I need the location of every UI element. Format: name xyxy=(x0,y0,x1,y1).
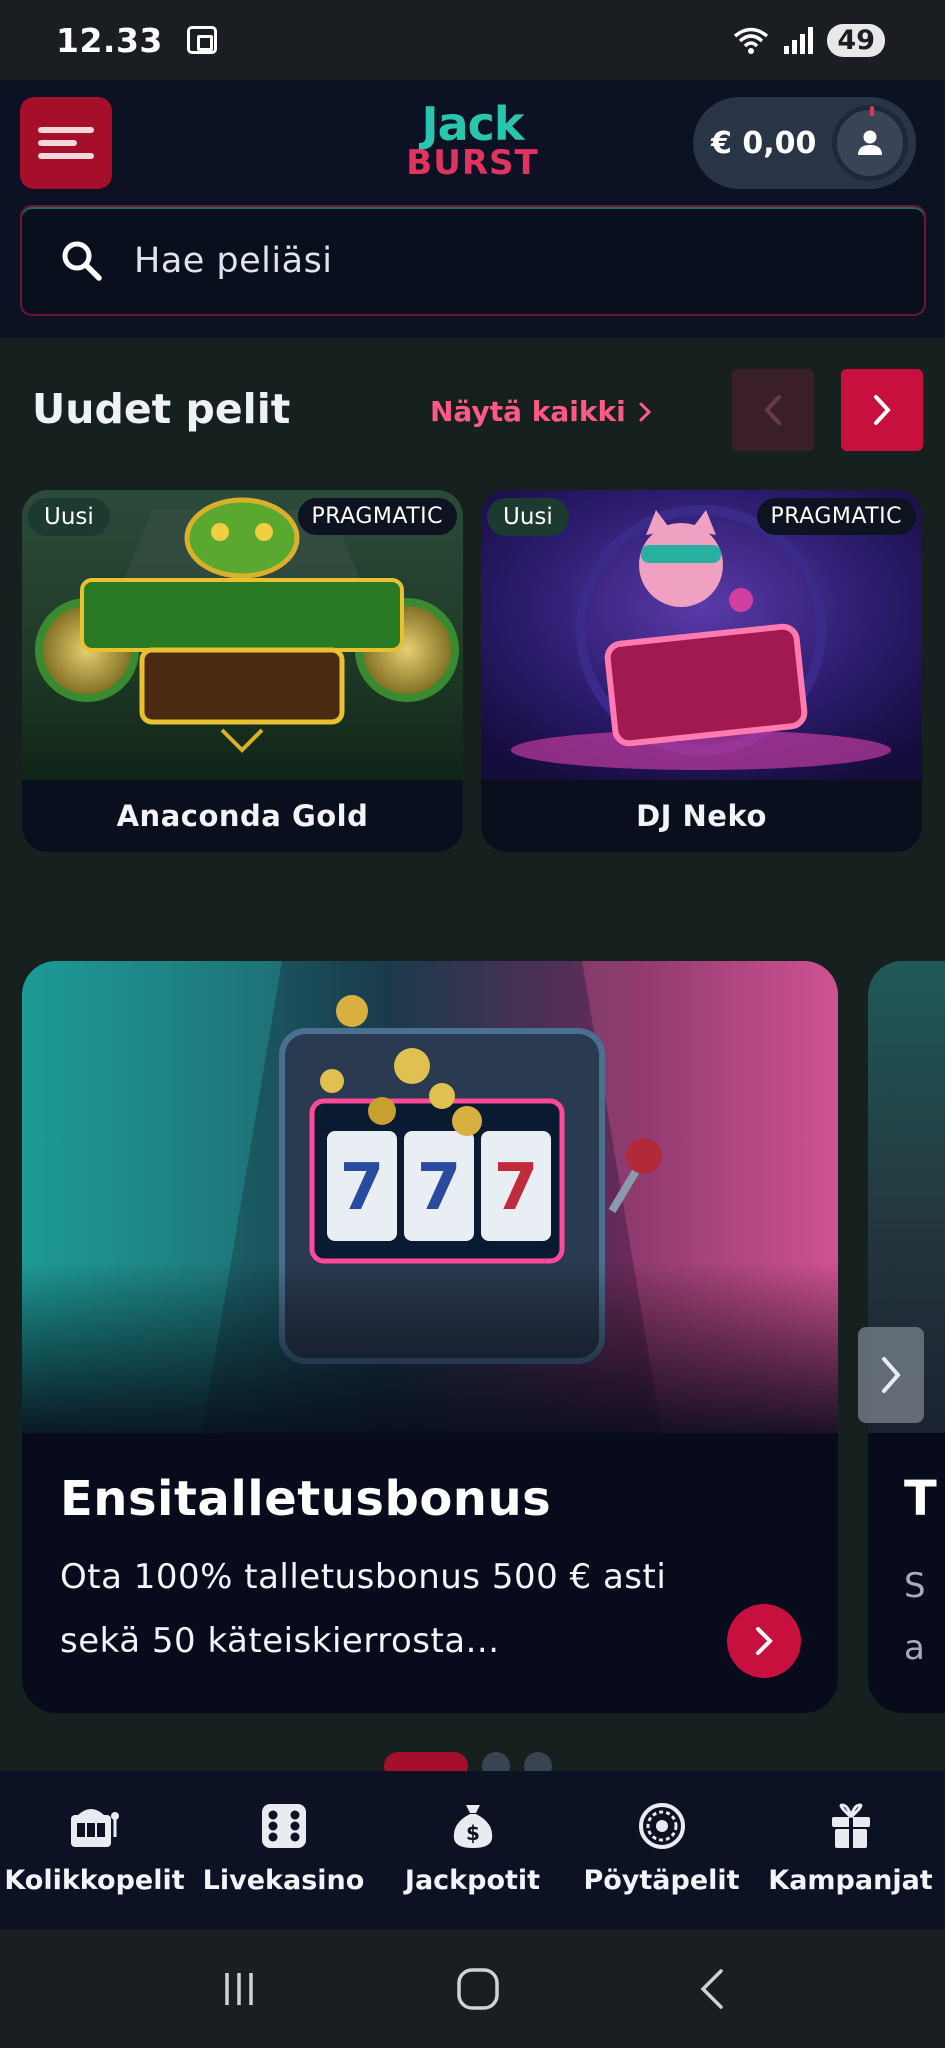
recent-apps-icon[interactable] xyxy=(219,1969,259,2009)
nav-label: Jackpotit xyxy=(404,1865,541,1896)
app-header: Jack BURST € 0,00 Hae peliäsi xyxy=(0,80,945,338)
money-bag-icon: $ xyxy=(453,1805,492,1848)
new-badge: Uusi xyxy=(28,498,110,536)
search-icon xyxy=(62,241,102,281)
screenshot-icon xyxy=(186,26,217,54)
signal-icon xyxy=(784,26,814,54)
home-icon[interactable] xyxy=(456,1967,500,2011)
chevron-right-icon xyxy=(639,402,651,421)
nav-campaigns[interactable]: Kampanjat xyxy=(761,1801,941,1896)
game-title: DJ Neko xyxy=(636,799,767,833)
promo-image: 7 7 7 xyxy=(22,961,838,1433)
dice-icon xyxy=(261,1804,306,1848)
nav-label: Kolikkopelit xyxy=(4,1865,185,1896)
new-games-header: Uudet pelit Näytä kaikki xyxy=(32,365,923,455)
balance-amount: € 0,00 xyxy=(711,125,817,161)
slot-machine-icon xyxy=(70,1809,119,1847)
game-card-dj-neko[interactable]: Uusi PRAGMATIC DJ Neko xyxy=(481,490,922,852)
nav-slots[interactable]: Kolikkopelit xyxy=(4,1801,185,1896)
menu-button[interactable] xyxy=(20,97,112,189)
logo-text-top: Jack xyxy=(421,97,524,151)
svg-text:7: 7 xyxy=(494,1151,539,1225)
chevron-right-icon xyxy=(756,1627,773,1655)
nav-label: Kampanjat xyxy=(768,1865,933,1896)
nav-live-casino[interactable]: Livekasino xyxy=(194,1801,374,1896)
show-all-link[interactable]: Näytä kaikki xyxy=(430,395,652,428)
roulette-icon xyxy=(638,1803,685,1849)
show-all-label: Näytä kaikki xyxy=(430,395,626,428)
promo-description: Ota 100% talletusbonus 500 € asti sekä 5… xyxy=(60,1557,667,1661)
promo-card-first-deposit[interactable]: 7 7 7 Ensitalletusbonus Ota 100% talletu… xyxy=(22,961,838,1713)
svg-text:7: 7 xyxy=(417,1151,462,1225)
user-icon[interactable] xyxy=(832,105,908,181)
provider-badge: PRAGMATIC xyxy=(756,498,916,535)
nav-table-games[interactable]: Pöytäpelit xyxy=(572,1801,752,1896)
nav-label: Livekasino xyxy=(202,1865,365,1896)
promo-open-button[interactable] xyxy=(727,1604,801,1678)
balance-pill[interactable]: € 0,00 xyxy=(693,97,916,189)
logo-text-bottom: BURST xyxy=(406,143,539,183)
carousel-next-button[interactable] xyxy=(841,369,923,451)
status-time: 12.33 xyxy=(56,20,163,60)
battery-indicator: 49 xyxy=(827,23,885,57)
status-bar: 12.33 49 xyxy=(0,0,945,80)
svg-text:$: $ xyxy=(466,1821,480,1845)
game-title: Anaconda Gold xyxy=(116,799,369,833)
promo-title: T xyxy=(904,1471,937,1527)
promo-description: S xyxy=(904,1566,926,1606)
search-input[interactable]: Hae peliäsi xyxy=(20,205,926,316)
new-badge: Uusi xyxy=(487,498,569,536)
gift-icon xyxy=(831,1803,870,1848)
wifi-icon xyxy=(734,27,769,54)
system-navigation-bar xyxy=(0,1929,945,2048)
search-placeholder: Hae peliäsi xyxy=(134,240,333,281)
provider-badge: PRAGMATIC xyxy=(297,498,457,535)
svg-text:7: 7 xyxy=(340,1151,385,1225)
game-card-anaconda-gold[interactable]: Uusi PRAGMATIC Anaconda Gold xyxy=(22,490,463,852)
chevron-left-icon xyxy=(764,395,781,425)
carousel-prev-button[interactable] xyxy=(732,369,814,451)
chevron-right-icon xyxy=(882,1357,901,1393)
nav-label: Pöytäpelit xyxy=(583,1865,740,1896)
promo-carousel-next-button[interactable] xyxy=(858,1327,924,1423)
promo-description: a xyxy=(904,1628,925,1668)
jackburst-logo[interactable]: Jack BURST xyxy=(375,97,570,186)
section-title: Uudet pelit xyxy=(32,385,291,433)
back-icon[interactable] xyxy=(697,1967,727,2011)
chevron-right-icon xyxy=(874,395,891,425)
bottom-navigation: Kolikkopelit Livekasino $ Jackpotit Pöyt… xyxy=(0,1771,945,1929)
promo-title: Ensitalletusbonus xyxy=(60,1471,552,1527)
nav-jackpots[interactable]: $ Jackpotit xyxy=(383,1801,563,1896)
